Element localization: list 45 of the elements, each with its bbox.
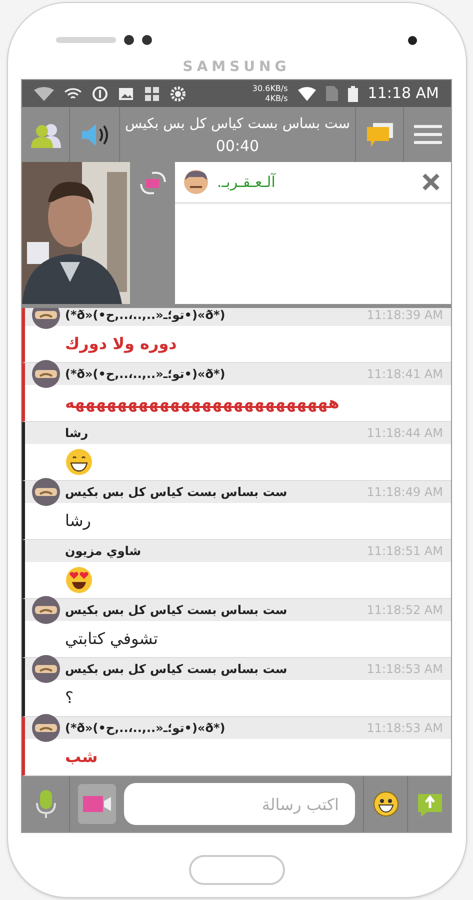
people-icon	[28, 122, 62, 148]
speaker-icon	[80, 122, 110, 148]
signal-icon	[298, 86, 316, 100]
message-text: شب	[65, 746, 98, 768]
download-speed: 30.6KB/s	[252, 84, 288, 94]
grid-icon	[144, 86, 160, 102]
smiley-icon	[372, 791, 398, 817]
avatar-icon	[183, 169, 209, 195]
message-text: رشا	[65, 510, 92, 532]
upload-speed: 4KB/s	[265, 94, 288, 104]
message-text: تشوفي كتابتي	[65, 628, 158, 650]
gear-icon	[170, 86, 186, 102]
chat-title: ست بساس بست كياس كل بس بكيس	[124, 114, 350, 134]
heart-eyes-face-icon	[65, 566, 93, 594]
wifi-icon	[34, 86, 54, 100]
sender-name: شاوي مزيون	[65, 543, 142, 560]
video-camera-icon	[82, 794, 112, 814]
brand-label: SAMSUNG	[182, 58, 290, 77]
clock: 11:18 AM	[368, 83, 439, 104]
chat-bubbles-icon	[364, 122, 394, 148]
microphone-icon	[36, 789, 56, 819]
sender-name: ست بساس بست كياس كل بس بكيس	[65, 602, 288, 619]
switch-camera-icon[interactable]	[138, 170, 168, 196]
circle-icon	[92, 86, 108, 102]
caller-name: آلـعـقـربـ.	[217, 172, 276, 193]
sender-name: (*ð»(•تو؛ـ«..,..،..,ح•)«ð*)	[65, 720, 226, 737]
menu-icon	[414, 124, 442, 146]
close-icon	[422, 173, 440, 191]
sender-name: ست بساس بست كياس كل بس بكيس	[65, 484, 288, 501]
sender-name: رشا	[65, 425, 88, 442]
wifi-icon	[64, 86, 82, 100]
grinning-face-icon	[65, 448, 93, 476]
speaker-grille	[56, 37, 116, 43]
message-text: ؟	[65, 687, 74, 709]
battery-icon	[348, 86, 358, 102]
no-sim-icon	[326, 86, 338, 101]
sender-name: (*ð»(•تو؛ـ«..,..،..,ح•)«ð*)	[65, 366, 226, 383]
image-icon	[118, 86, 134, 100]
message-text: دوره ولا دورك	[65, 333, 177, 355]
call-timer: 00:40	[216, 136, 260, 156]
message-input[interactable]: اكتب رسالة	[124, 783, 355, 825]
message-text: هههههههههههههههههههههههههه	[65, 392, 340, 414]
sender-name: (*ð»(•تو؛ـ«..,..،..,ح•)«ð*)	[65, 308, 226, 324]
video-button[interactable]	[78, 784, 116, 824]
sender-name: ست بساس بست كياس كل بس بكيس	[65, 661, 288, 678]
